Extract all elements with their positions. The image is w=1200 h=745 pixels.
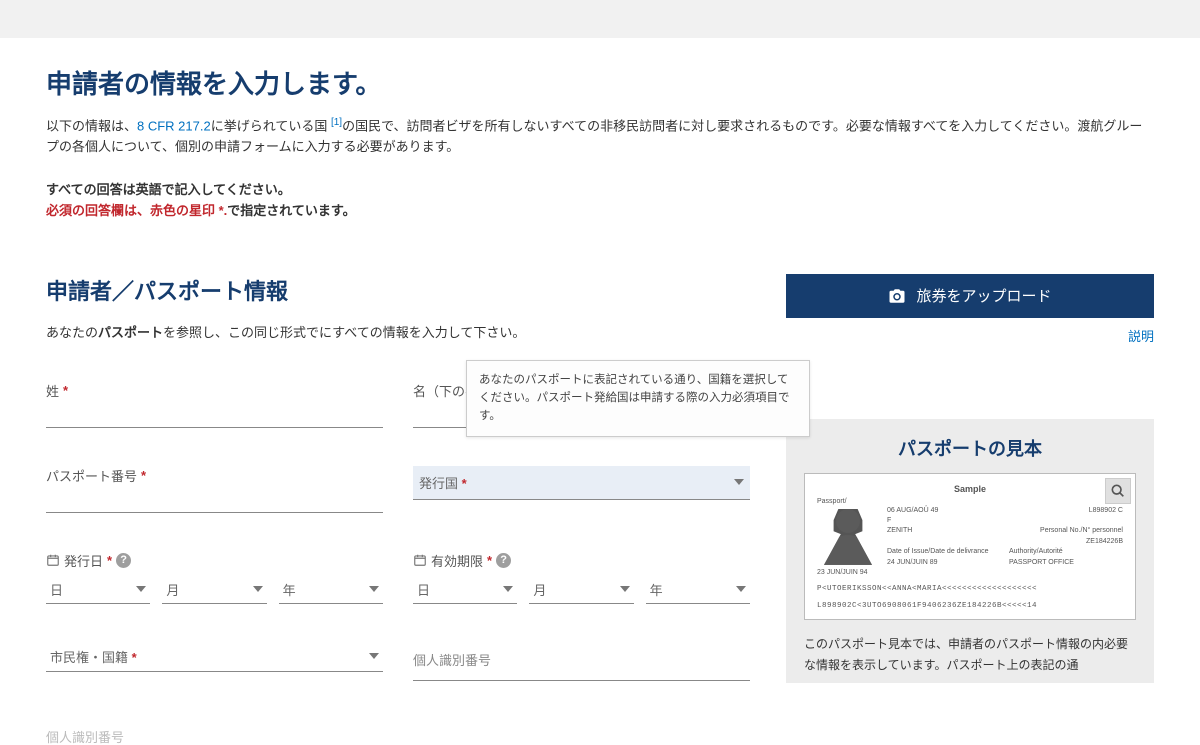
chevron-down-icon [369, 586, 379, 592]
issue-date-field: 発行日* ? 日 月 年 [46, 551, 383, 604]
zoom-button[interactable] [1105, 478, 1131, 504]
help-icon[interactable]: ? [496, 553, 511, 568]
expiry-date-label: 有効期限 [431, 551, 483, 570]
chevron-down-icon [736, 586, 746, 592]
issue-month-select[interactable]: 月 [162, 576, 266, 604]
personal-id-field-2[interactable]: 個人識別番号 [46, 719, 383, 738]
expiry-month-select[interactable]: 月 [529, 576, 633, 604]
passport-sample-image: Sample Passport/ 06 AUG/AOÛ 49 L898902 C… [804, 473, 1136, 621]
calendar-icon [46, 553, 60, 567]
camera-icon [888, 287, 906, 305]
help-icon[interactable]: ? [116, 553, 131, 568]
issuing-country-field[interactable]: 発行国 * [413, 466, 750, 513]
chevron-down-icon [620, 586, 630, 592]
nationality-field[interactable]: 市民権・国籍 * [46, 642, 383, 681]
issue-date-label: 発行日 [64, 551, 103, 570]
chevron-down-icon [369, 653, 379, 659]
issuing-country-tooltip: あなたのパスポートに表記されている通り、国籍を選択してください。パスポート発給国… [466, 360, 810, 437]
magnifier-icon [1110, 483, 1126, 499]
section-desc: あなたのパスポートを参照し、この同じ形式でにすべての情報を入力して下さい。 [46, 322, 750, 341]
cfr-link[interactable]: 8 CFR 217.2 [137, 118, 211, 133]
calendar-icon [413, 553, 427, 567]
upload-passport-button[interactable]: 旅券をアップロード [786, 274, 1154, 318]
sample-title: パスポートの見本 [804, 435, 1136, 461]
avatar-silhouette-icon [824, 509, 872, 565]
upload-button-label: 旅券をアップロード [916, 285, 1051, 306]
expiry-date-field: 有効期限* ? 日 月 年 [413, 551, 750, 604]
passport-number-field[interactable]: パスポート番号* [46, 466, 383, 513]
issuing-country-label: 発行国 [419, 476, 458, 491]
surname-field[interactable]: 姓* [46, 381, 383, 428]
top-nav-bar: - [0, 0, 1200, 38]
explain-link[interactable]: 説明 [1128, 329, 1154, 344]
issue-day-select[interactable]: 日 [46, 576, 150, 604]
chevron-down-icon [136, 586, 146, 592]
surname-label: 姓 [46, 381, 59, 400]
personal-id-label: 個人識別番号 [413, 653, 491, 668]
sample-description: このパスポート見本では、申請者のパスポート情報の内必要な情報を表示しています。パ… [804, 634, 1136, 675]
issue-year-select[interactable]: 年 [279, 576, 383, 604]
personal-id-field[interactable]: 個人識別番号 [413, 642, 750, 681]
chevron-down-icon [253, 586, 263, 592]
nationality-label: 市民権・国籍 [50, 650, 128, 665]
expiry-year-select[interactable]: 年 [646, 576, 750, 604]
passport-sample-box: パスポートの見本 Sample Passport/ 06 AUG/AOÛ 49 … [786, 419, 1154, 684]
chevron-down-icon [734, 479, 744, 485]
passport-number-label: パスポート番号 [46, 466, 137, 485]
intro-paragraph: 以下の情報は、8 CFR 217.2に挙げられている国 [1]の国民で、訪問者ビ… [46, 115, 1154, 158]
personal-id-label-2: 個人識別番号 [46, 730, 124, 745]
instructions: すべての回答は英語で記入してください。 必須の回答欄は、赤色の星印 *.で指定さ… [46, 180, 1154, 222]
page-title: 申請者の情報を入力します。 [46, 64, 1154, 101]
expiry-day-select[interactable]: 日 [413, 576, 517, 604]
footnote-marker: [1] [331, 117, 342, 128]
chevron-down-icon [503, 586, 513, 592]
section-title: 申請者／パスポート情報 [46, 274, 750, 306]
